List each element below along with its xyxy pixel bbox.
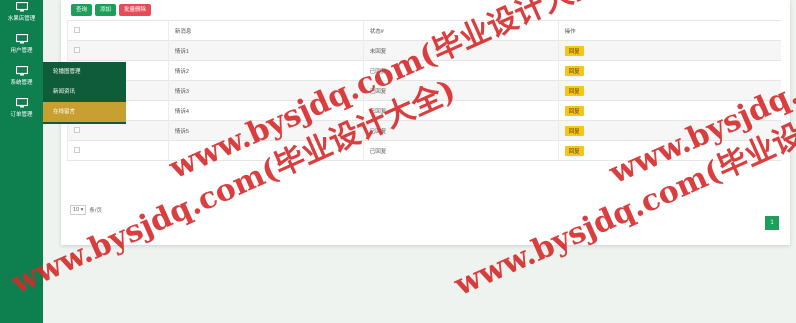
column-header: 状态#: [362, 20, 559, 41]
row-checkbox[interactable]: [74, 146, 80, 153]
action-cell: 回复: [557, 60, 781, 81]
message-table: 新消息 状态# 操作 情诉1 未回复 回复 情诉2 已回复 回复 情诉3 已回复…: [67, 20, 781, 161]
table-row: 情诉5 已回复 回复: [67, 120, 781, 141]
content-card: 查询 添加 批量删除 新消息 状态# 操作 情诉1 未回复 回复 情诉2 已回复…: [61, 0, 790, 245]
submenu-item-news[interactable]: 新闻资讯: [43, 82, 126, 102]
status-cell: 已回复: [362, 60, 559, 81]
table-row: 情诉3 已回复 回复: [67, 80, 781, 101]
page-size-suffix: 条/页: [89, 208, 102, 214]
action-cell: 回复: [557, 40, 781, 61]
table-row: 情诉2 已回复 回复: [67, 60, 781, 81]
status-cell: 已回复: [362, 80, 559, 101]
status-cell: 已回复: [362, 100, 559, 121]
sidebar-item-label: 订单管理: [10, 112, 33, 118]
monitor-icon: [15, 66, 28, 76]
column-header: 新消息: [167, 20, 364, 41]
monitor-icon: [15, 98, 28, 108]
message-cell: 情诉1: [167, 40, 364, 61]
message-cell: 情诉3: [167, 80, 364, 101]
select-all-checkbox[interactable]: [74, 26, 80, 33]
reply-button[interactable]: 回复: [564, 65, 584, 76]
sidebar-item-orders[interactable]: 订单管理: [0, 98, 43, 128]
row-checkbox[interactable]: [74, 46, 80, 53]
reply-button[interactable]: 回复: [564, 145, 584, 156]
row-checkbox-cell: [67, 40, 169, 61]
message-cell: 情诉5: [167, 120, 364, 141]
action-cell: 回复: [557, 120, 781, 141]
status-cell: 已回复: [362, 140, 559, 161]
column-header: 操作: [557, 20, 781, 41]
reply-button[interactable]: 回复: [564, 85, 584, 96]
message-cell: [167, 140, 364, 161]
sidebar-item-fruit-store[interactable]: 水果店管理: [0, 2, 43, 32]
action-cell: 回复: [557, 80, 781, 101]
monitor-icon: [15, 2, 28, 12]
sidebar-item-label: 用户管理: [10, 48, 33, 54]
submenu-item-messages[interactable]: 在线留言: [43, 102, 126, 122]
row-checkbox[interactable]: [74, 126, 80, 133]
sidebar-item-label: 水果店管理: [7, 16, 36, 22]
sidebar-item-label: 系统管理: [10, 80, 33, 86]
status-cell: 已回复: [362, 120, 559, 141]
page-size-select[interactable]: 10 ▾: [70, 205, 87, 215]
sidebar-item-system[interactable]: 系统管理: [0, 66, 43, 96]
page-size-value: 10: [73, 207, 80, 213]
search-button[interactable]: 查询: [71, 4, 93, 16]
table-row: 已回复 回复: [67, 140, 781, 161]
action-cell: 回复: [557, 100, 781, 121]
select-all-cell: [67, 20, 169, 41]
sidebar: 水果店管理 用户管理 系统管理 订单管理: [0, 0, 43, 323]
toolbar: 查询 添加 批量删除: [71, 4, 152, 16]
add-button[interactable]: 添加: [95, 4, 117, 16]
message-cell: 情诉4: [167, 100, 364, 121]
action-cell: 回复: [557, 140, 781, 161]
message-cell: 情诉2: [167, 60, 364, 81]
table-row: 情诉4 已回复 回复: [67, 100, 781, 121]
reply-button[interactable]: 回复: [564, 125, 584, 136]
submenu-item-carousel[interactable]: 轮播图管理: [43, 62, 126, 82]
table-header-row: 新消息 状态# 操作: [67, 20, 781, 41]
reply-button[interactable]: 回复: [564, 45, 584, 56]
row-checkbox-cell: [67, 140, 169, 161]
reply-button[interactable]: 回复: [564, 105, 584, 116]
status-cell: 未回复: [362, 40, 559, 61]
table-row: 情诉1 未回复 回复: [67, 40, 781, 61]
system-submenu: 轮播图管理 新闻资讯 在线留言: [43, 62, 126, 124]
page-number-button[interactable]: 1: [765, 216, 779, 230]
pagination-size: 10 ▾ 条/页: [70, 205, 102, 215]
monitor-icon: [15, 34, 28, 44]
batch-delete-button[interactable]: 批量删除: [119, 4, 152, 16]
sidebar-item-users[interactable]: 用户管理: [0, 34, 43, 64]
